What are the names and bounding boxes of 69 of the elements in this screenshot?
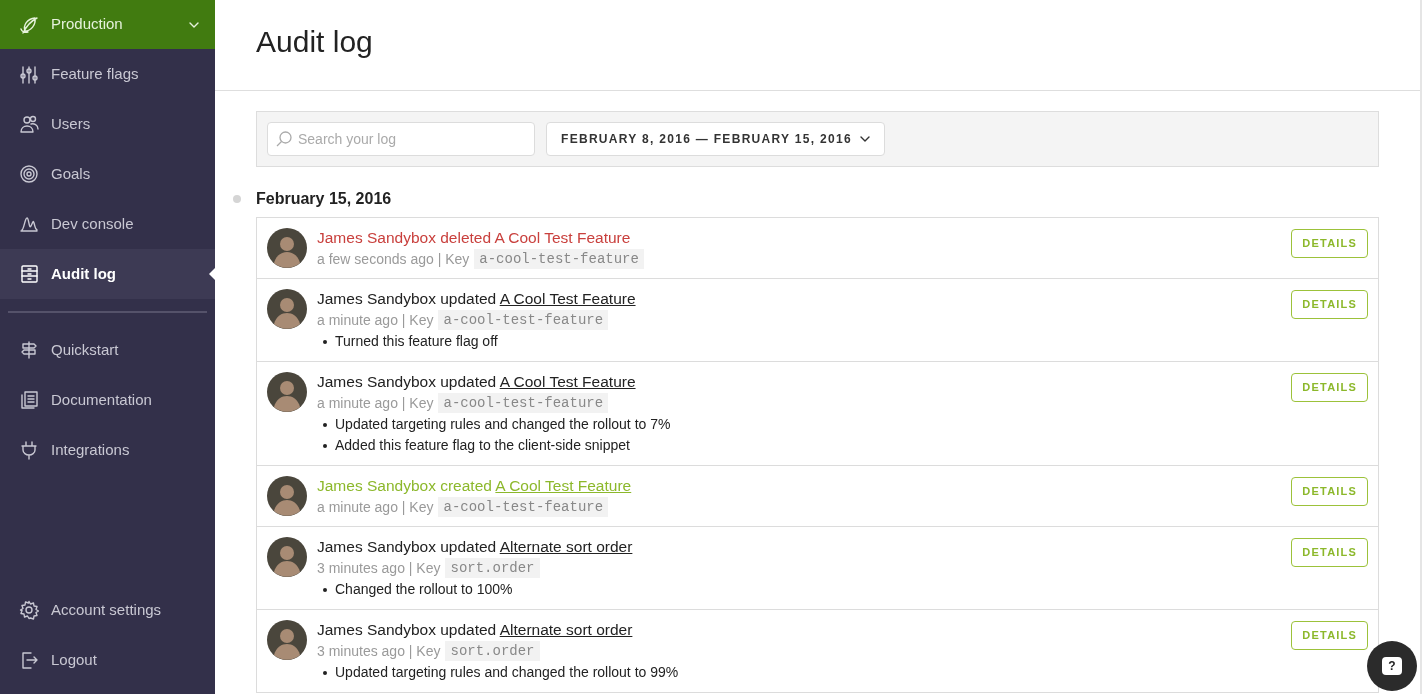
chevron-down-icon	[859, 136, 870, 142]
sidebar-item[interactable]: Documentation	[0, 375, 215, 425]
change-description: Added this feature flag to the client-side snippet	[335, 436, 630, 455]
avatar-icon	[267, 620, 307, 660]
environment-switcher[interactable]: Production	[0, 0, 215, 49]
avatar-icon	[267, 537, 307, 577]
target-icon	[19, 164, 39, 184]
bullet-icon	[323, 670, 327, 675]
bullet-icon	[323, 339, 327, 344]
entry-meta: a minute ago | Key	[317, 311, 434, 330]
sidebar-item[interactable]: Quickstart	[0, 325, 215, 375]
feature-link[interactable]: Alternate sort order	[499, 538, 633, 555]
avatar-icon	[267, 289, 307, 329]
help-button[interactable]: ?	[1367, 641, 1417, 691]
sliders-icon	[19, 64, 39, 84]
avatar-icon	[267, 476, 307, 516]
bullet-icon	[323, 587, 327, 592]
signpost-icon	[19, 340, 39, 360]
logout-icon	[19, 650, 39, 670]
change-description: Updated targeting rules and changed the rollout to 99%	[335, 663, 679, 682]
entry-title: James Sandybox deleted A Cool Test Feature	[317, 228, 632, 248]
feature-link[interactable]: A Cool Test Feature	[499, 290, 636, 307]
entry-title: James Sandybox updated A Cool Test Feature	[317, 372, 637, 392]
settings-icon	[19, 600, 39, 620]
avatar-icon	[267, 228, 307, 268]
feature-link[interactable]: A Cool Test Feature	[499, 373, 636, 390]
flag-key: sort.order	[445, 558, 540, 578]
list-icon	[19, 264, 39, 284]
sidebar-item[interactable]: Dev console	[0, 199, 215, 249]
flag-key: a-cool-test-feature	[438, 497, 609, 517]
leaf-icon	[19, 14, 39, 35]
documents-icon	[19, 390, 39, 410]
sidebar-item[interactable]: Users	[0, 99, 215, 149]
plug-icon	[19, 440, 39, 460]
sidebar-item[interactable]: Audit log	[0, 249, 215, 299]
active-pointer-icon	[209, 268, 215, 280]
entry-meta: a minute ago | Key	[317, 394, 434, 413]
entry-meta: 3 minutes ago | Key	[317, 642, 441, 661]
change-description: Updated targeting rules and changed the rollout to 7%	[335, 415, 671, 434]
chevron-down-icon	[189, 21, 199, 28]
sidebar-item[interactable]: Account settings	[0, 585, 215, 635]
flag-key: sort.order	[445, 641, 540, 661]
feature-link[interactable]: A Cool Test Feature	[494, 229, 631, 246]
entry-title: James Sandybox updated Alternate sort order	[317, 620, 634, 640]
entry-title: James Sandybox created A Cool Test Feature	[317, 476, 633, 496]
change-description: Turned this feature flag off	[335, 332, 498, 351]
users-icon	[19, 114, 39, 134]
date-range-dropdown[interactable]: FEBRUARY 8, 2016 — FEBRUARY 15, 2016	[546, 122, 885, 156]
entry-title: James Sandybox updated A Cool Test Feature	[317, 289, 637, 309]
page-title: Audit log	[256, 23, 373, 60]
sidebar-item[interactable]: Goals	[0, 149, 215, 199]
flag-key: a-cool-test-feature	[438, 393, 609, 413]
avatar-icon	[267, 372, 307, 412]
sidebar-item[interactable]: Integrations	[0, 425, 215, 475]
bullet-icon	[323, 422, 327, 427]
entry-meta: 3 minutes ago | Key	[317, 559, 441, 578]
search-field[interactable]: Search your log	[267, 122, 535, 156]
flag-key: a-cool-test-feature	[438, 310, 609, 330]
sidebar-item[interactable]: Feature flags	[0, 49, 215, 99]
entry-meta: a minute ago | Key	[317, 498, 434, 517]
change-description: Changed the rollout to 100%	[335, 580, 513, 599]
entry-meta: a few seconds ago | Key	[317, 250, 470, 269]
sidebar-item[interactable]: Logout	[0, 635, 215, 685]
search-icon	[275, 130, 293, 148]
date-heading: February 15, 2016	[256, 189, 392, 209]
bullet-icon	[323, 443, 327, 448]
feature-link[interactable]: Alternate sort order	[499, 621, 633, 638]
entry-title: James Sandybox updated Alternate sort order	[317, 537, 634, 557]
flag-key: a-cool-test-feature	[474, 249, 644, 269]
